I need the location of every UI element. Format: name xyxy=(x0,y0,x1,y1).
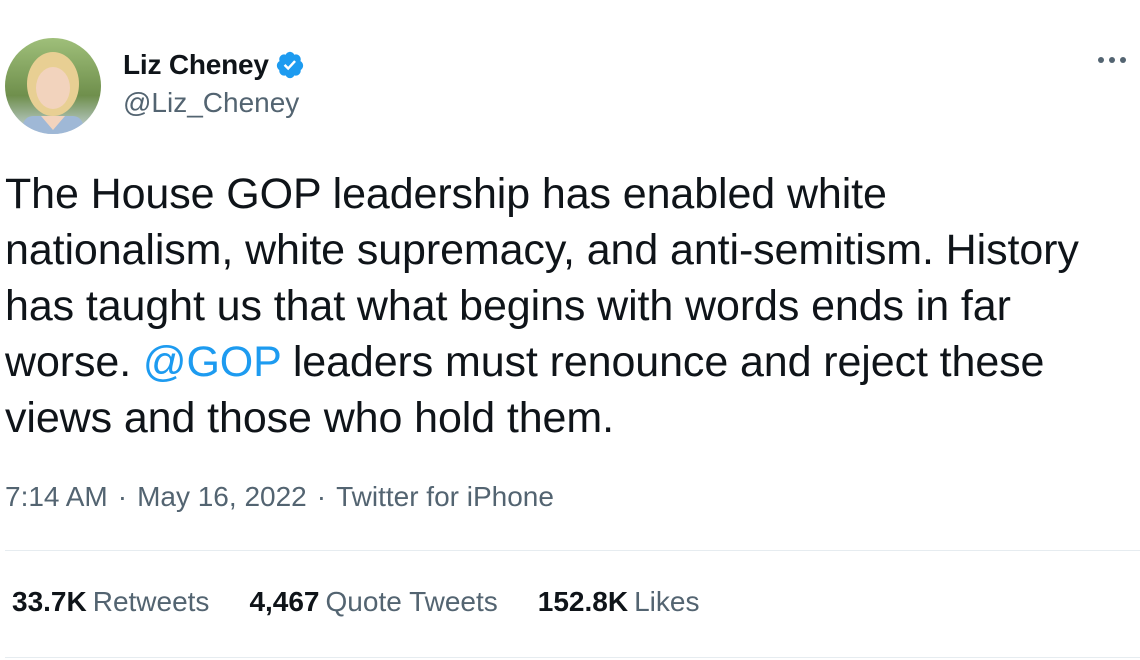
display-name[interactable]: Liz Cheney xyxy=(123,49,269,81)
avatar[interactable] xyxy=(5,38,101,134)
author-handle[interactable]: @Liz_Cheney xyxy=(123,87,305,119)
tweet-source[interactable]: Twitter for iPhone xyxy=(336,481,554,512)
likes-stat[interactable]: 152.8K Likes xyxy=(538,586,700,618)
meta-separator: · xyxy=(117,481,128,512)
retweets-stat[interactable]: 33.7K Retweets xyxy=(12,586,209,618)
mention-link[interactable]: @GOP xyxy=(143,338,281,386)
divider xyxy=(5,657,1140,658)
verified-badge-icon xyxy=(275,50,305,80)
quote-tweets-stat[interactable]: 4,467 Quote Tweets xyxy=(249,586,497,618)
engagement-stats: 33.7K Retweets 4,467 Quote Tweets 152.8K Li… xyxy=(12,586,739,618)
author-info: Liz Cheney @Liz_Cheney xyxy=(123,45,305,119)
tweet-date[interactable]: May 16, 2022 xyxy=(137,481,307,512)
tweet-meta: 7:14 AM · May 16, 2022 · Twitter for iPhone xyxy=(5,481,554,513)
quotes-count: 4,467 xyxy=(249,586,320,617)
tweet-text: The House GOP leadership has enabled whi… xyxy=(5,166,1115,446)
profile-photo-icon xyxy=(5,38,101,134)
more-horizontal-icon[interactable] xyxy=(1094,46,1130,74)
likes-label: Likes xyxy=(634,586,700,617)
quotes-label: Quote Tweets xyxy=(325,586,498,617)
divider xyxy=(5,550,1140,551)
likes-count: 152.8K xyxy=(537,586,629,617)
meta-separator: · xyxy=(316,481,327,512)
retweets-count: 33.7K xyxy=(12,586,87,617)
tweet-card: Liz Cheney @Liz_Cheney The House GOP lea… xyxy=(0,0,1140,660)
tweet-time[interactable]: 7:14 AM xyxy=(5,481,108,512)
name-row: Liz Cheney xyxy=(123,45,305,85)
retweets-label: Retweets xyxy=(92,586,210,617)
